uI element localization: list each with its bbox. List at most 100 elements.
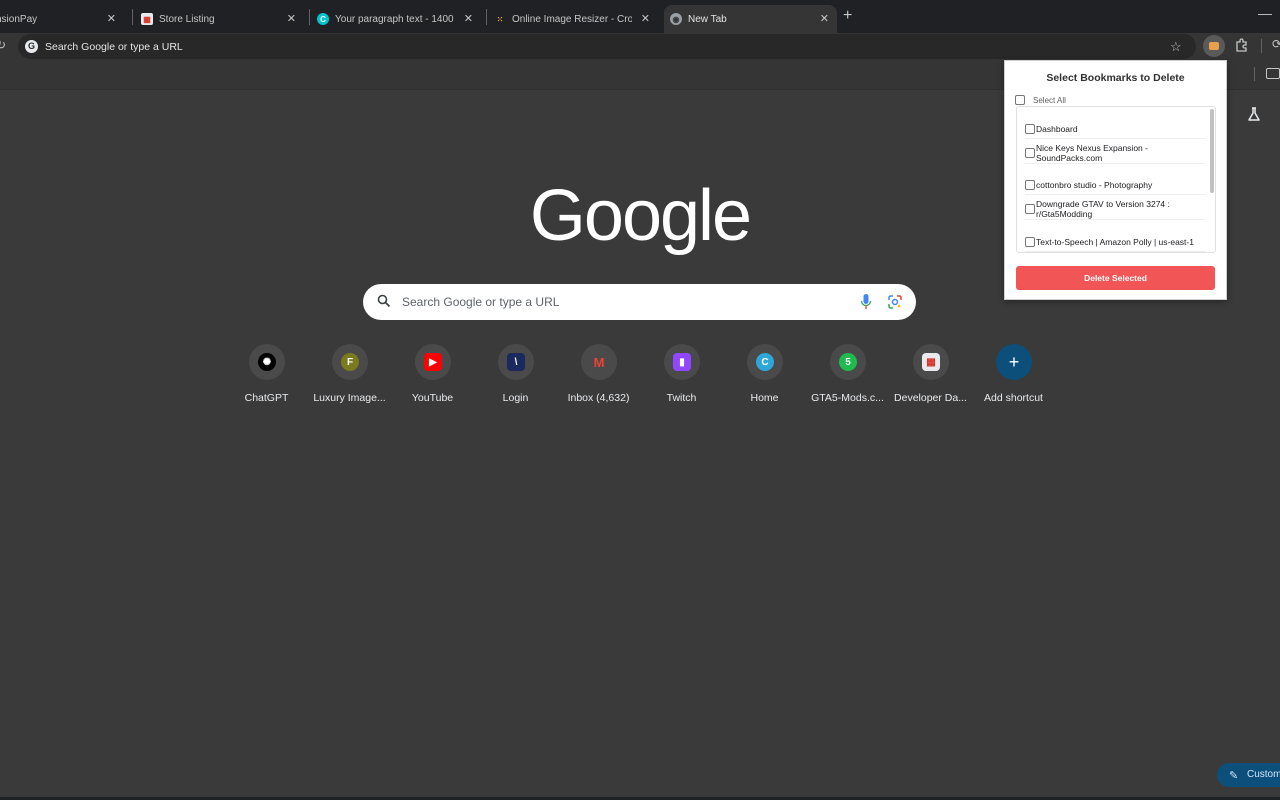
youtube-icon: ▶ [424, 353, 442, 371]
tab-new-tab[interactable]: ◉ New Tab ✕ [664, 5, 837, 33]
shortcut-icon-circle: M [581, 344, 617, 380]
select-all-checkbox-box[interactable] [1015, 95, 1025, 105]
shortcut-icon-circle: \ [498, 344, 534, 380]
chatgpt-icon: ✺ [258, 353, 276, 371]
bookmark-checkbox[interactable] [1025, 148, 1035, 158]
shortcut-tile[interactable]: F Luxury Image... [308, 344, 391, 410]
canva-icon: C [317, 13, 329, 25]
bookmark-list-item[interactable]: cottonbro studio - Photography [1025, 175, 1205, 195]
shortcut-tile[interactable]: + Add shortcut [972, 344, 1055, 410]
tab-close-icon[interactable]: ✕ [107, 12, 116, 26]
shortcut-label: Inbox (4,632) [567, 392, 630, 404]
select-all-checkbox[interactable]: Select All [1015, 95, 1066, 105]
shortcut-tile[interactable]: M Inbox (4,632) [557, 344, 640, 410]
shortcut-label: Login [502, 392, 529, 404]
shortcut-tile[interactable]: 5 GTA5-Mods.c... [806, 344, 889, 410]
developer-dashboard-icon: ▦ [922, 353, 940, 371]
bookmark-checkbox[interactable] [1025, 123, 1035, 134]
shortcut-icon-circle: ▦ [913, 344, 949, 380]
extensions-puzzle-icon[interactable] [1234, 37, 1250, 53]
shortcut-icon-circle: ▶ [415, 344, 451, 380]
address-bar[interactable]: G Search Google or type a URL ☆ [18, 34, 1196, 59]
bookmark-deleter-popup: Select Bookmarks to Delete Select All Da… [1004, 60, 1227, 300]
shortcut-label: Twitch [666, 392, 697, 404]
shortcut-icon-circle: 5 [830, 344, 866, 380]
tab-close-icon[interactable]: ✕ [464, 12, 473, 26]
bookmark-list-item[interactable]: Text-to-Speech | Amazon Polly | us-east-… [1025, 232, 1205, 252]
store-listing-icon: ▦ [141, 13, 153, 25]
tab-canva-paragraph[interactable]: C Your paragraph text - 1400 × 560 ✕ [317, 5, 481, 33]
tab-close-icon[interactable]: ✕ [287, 12, 296, 26]
tab-strip: nsionPay ✕ ▦ Store Listing ✕ C Your para… [0, 0, 1280, 33]
gta5mods-icon: 5 [839, 353, 857, 371]
tab-extensionpay[interactable]: nsionPay ✕ [0, 5, 124, 33]
reload-icon[interactable]: ↻ [0, 38, 6, 52]
tab-close-icon[interactable]: ✕ [820, 12, 829, 26]
tab-image-resizer[interactable]: ⁙ Online Image Resizer - Crop, Resize ✕ [494, 5, 658, 33]
tab-divider [309, 9, 310, 25]
toolbar-divider [1261, 39, 1262, 53]
shortcut-icon-circle: F [332, 344, 368, 380]
image-resizer-icon: ⁙ [496, 14, 504, 24]
voice-search-mic-icon[interactable] [860, 293, 872, 311]
shortcut-label: YouTube [411, 392, 454, 404]
bookmark-checkbox[interactable] [1025, 236, 1035, 247]
shortcut-label: Developer Da... [894, 392, 967, 404]
select-all-label: Select All [1033, 95, 1066, 105]
new-tab-icon[interactable]: + [843, 7, 852, 25]
google-g-icon: G [25, 40, 38, 53]
shortcut-tile[interactable]: \ Login [474, 344, 557, 410]
twitch-icon: ▮ [673, 353, 691, 371]
bookmark-list[interactable]: Dashboard Nice Keys Nexus Expansion - Sou… [1016, 106, 1216, 253]
tab-divider [132, 9, 133, 25]
search-icon [377, 294, 391, 308]
bookmark-list-scrollbar[interactable] [1210, 109, 1214, 193]
shortcut-tile[interactable]: ▦ Developer Da... [889, 344, 972, 410]
search-input[interactable]: Search Google or type a URL [402, 295, 559, 309]
shortcut-label: Luxury Image... [313, 392, 386, 404]
profile-sync-icon[interactable]: ⟳ [1272, 37, 1280, 51]
bookmark-deleter-extension-icon[interactable] [1203, 35, 1225, 57]
minimize-icon[interactable]: — [1258, 5, 1272, 21]
shortcut-tile[interactable]: ▶ YouTube [391, 344, 474, 410]
shortcut-label: Home [750, 392, 779, 404]
bookmark-title: Text-to-Speech | Amazon Polly | us-east-… [1036, 236, 1194, 247]
shortcut-tile[interactable]: C Home [723, 344, 806, 410]
labs-flask-icon[interactable] [1246, 106, 1262, 122]
tab-store-listing[interactable]: ▦ Store Listing ✕ [141, 5, 304, 33]
chrome-icon: ◉ [670, 13, 682, 25]
bookmark-list-item[interactable]: Downgrade GTAV to Version 3274 : r/Gta5M… [1025, 199, 1205, 220]
bookmark-list-item[interactable]: Nice Keys Nexus Expansion - SoundPacks.c… [1025, 143, 1205, 164]
popup-title: Select Bookmarks to Delete [1046, 72, 1185, 84]
bookmark-star-icon[interactable]: ☆ [1170, 39, 1182, 55]
bookmark-checkbox[interactable] [1025, 179, 1035, 190]
bookmark-title: Dashboard [1036, 123, 1078, 134]
all-bookmarks-folder-icon[interactable] [1266, 68, 1280, 79]
bookmark-list-item[interactable]: Dashboard [1025, 119, 1205, 139]
google-lens-icon[interactable] [887, 294, 903, 310]
shortcut-tile[interactable]: ▮ Twitch [640, 344, 723, 410]
luxury-image-icon: F [341, 353, 359, 371]
bookmark-checkbox[interactable] [1025, 204, 1035, 214]
shortcut-label: GTA5-Mods.c... [811, 392, 884, 404]
shortcut-tile[interactable]: ✺ ChatGPT [225, 344, 308, 410]
gmail-icon: M [593, 354, 605, 370]
customize-chrome-button[interactable]: ✎ Customize Chrome [1217, 763, 1280, 787]
login-icon: \ [507, 353, 525, 371]
shortcut-label: ChatGPT [244, 392, 289, 404]
plus-icon: + [1008, 351, 1020, 372]
tab-close-icon[interactable]: ✕ [641, 12, 650, 26]
shortcut-icon-circle: + [996, 344, 1032, 380]
toolbar: ↻ G Search Google or type a URL ☆ ⟳ [0, 33, 1280, 60]
bookmark-title: Downgrade GTAV to Version 3274 : r/Gta5M… [1036, 199, 1170, 219]
tab-divider [486, 9, 487, 25]
ntp-search-box[interactable]: Search Google or type a URL [363, 284, 916, 320]
shortcut-label: Add shortcut [984, 392, 1043, 404]
pencil-icon: ✎ [1229, 770, 1239, 782]
bookmarks-divider [1254, 67, 1255, 81]
bookmark-title: Nice Keys Nexus Expansion - SoundPacks.c… [1036, 143, 1148, 163]
canva-icon: C [756, 353, 774, 371]
shortcut-icon-circle: ▮ [664, 344, 700, 380]
delete-selected-button[interactable]: Delete Selected [1016, 266, 1215, 290]
bookmark-title: cottonbro studio - Photography [1036, 179, 1153, 190]
